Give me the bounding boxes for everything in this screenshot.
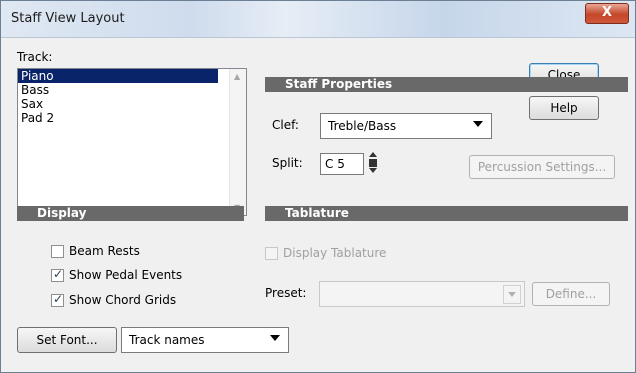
spin-bar-icon xyxy=(369,159,377,167)
close-icon: X xyxy=(601,5,613,20)
define-button[interactable]: Define... xyxy=(532,282,610,306)
track-label: Track: xyxy=(17,50,53,64)
beam-rests-label: Beam Rests xyxy=(69,244,140,258)
font-target-value: Track names xyxy=(129,333,205,347)
tablature-header: Tablature xyxy=(265,206,628,221)
show-chord-label: Show Chord Grids xyxy=(69,293,177,307)
track-item-bass[interactable]: Bass xyxy=(18,83,246,97)
clef-value: Treble/Bass xyxy=(328,119,397,133)
display-tablature-label: Display Tablature xyxy=(283,246,387,260)
track-listbox[interactable]: Piano Bass Sax Pad 2 ▲ ▼ xyxy=(17,68,247,216)
window-close-button[interactable]: X xyxy=(585,3,629,24)
display-header: Display xyxy=(17,206,244,221)
beam-rests-checkbox[interactable] xyxy=(51,245,64,258)
set-font-button[interactable]: Set Font... xyxy=(17,327,117,353)
show-pedal-checkbox[interactable] xyxy=(51,267,64,282)
preset-label: Preset: xyxy=(265,286,307,300)
spin-down-icon[interactable] xyxy=(369,168,377,173)
chevron-down-icon xyxy=(270,335,280,341)
split-input[interactable]: C 5 xyxy=(320,153,364,175)
help-button[interactable]: Help xyxy=(529,96,599,120)
split-value: C 5 xyxy=(325,157,345,171)
track-item-sax[interactable]: Sax xyxy=(18,97,246,111)
staff-properties-header: Staff Properties xyxy=(265,77,628,92)
title-bar[interactable]: Staff View Layout X xyxy=(1,1,635,38)
track-item-piano[interactable]: Piano xyxy=(18,69,218,83)
clef-label: Clef: xyxy=(272,118,299,132)
spin-up-icon[interactable] xyxy=(369,152,377,157)
dialog-content: Track: Piano Bass Sax Pad 2 ▲ ▼ Close He… xyxy=(7,38,629,366)
window-title: Staff View Layout xyxy=(11,11,125,26)
track-list-scrollbar[interactable]: ▲ ▼ xyxy=(229,69,246,215)
show-pedal-label: Show Pedal Events xyxy=(69,268,183,282)
font-target-select[interactable]: Track names xyxy=(121,327,289,353)
display-tablature-checkbox[interactable] xyxy=(265,247,278,260)
dropdown-arrow-icon xyxy=(503,285,521,304)
show-chord-checkbox[interactable] xyxy=(51,292,64,307)
split-spinner[interactable] xyxy=(369,152,378,174)
chevron-down-icon xyxy=(473,121,483,127)
preset-select[interactable] xyxy=(319,281,525,307)
split-label: Split: xyxy=(272,156,303,170)
percussion-settings-button[interactable]: Percussion Settings... xyxy=(469,155,615,179)
track-item-pad2[interactable]: Pad 2 xyxy=(18,111,246,125)
dialog-window: Staff View Layout X Track: Piano Bass Sa… xyxy=(0,0,636,373)
clef-select[interactable]: Treble/Bass xyxy=(320,113,492,139)
scroll-up-icon[interactable]: ▲ xyxy=(234,72,240,81)
